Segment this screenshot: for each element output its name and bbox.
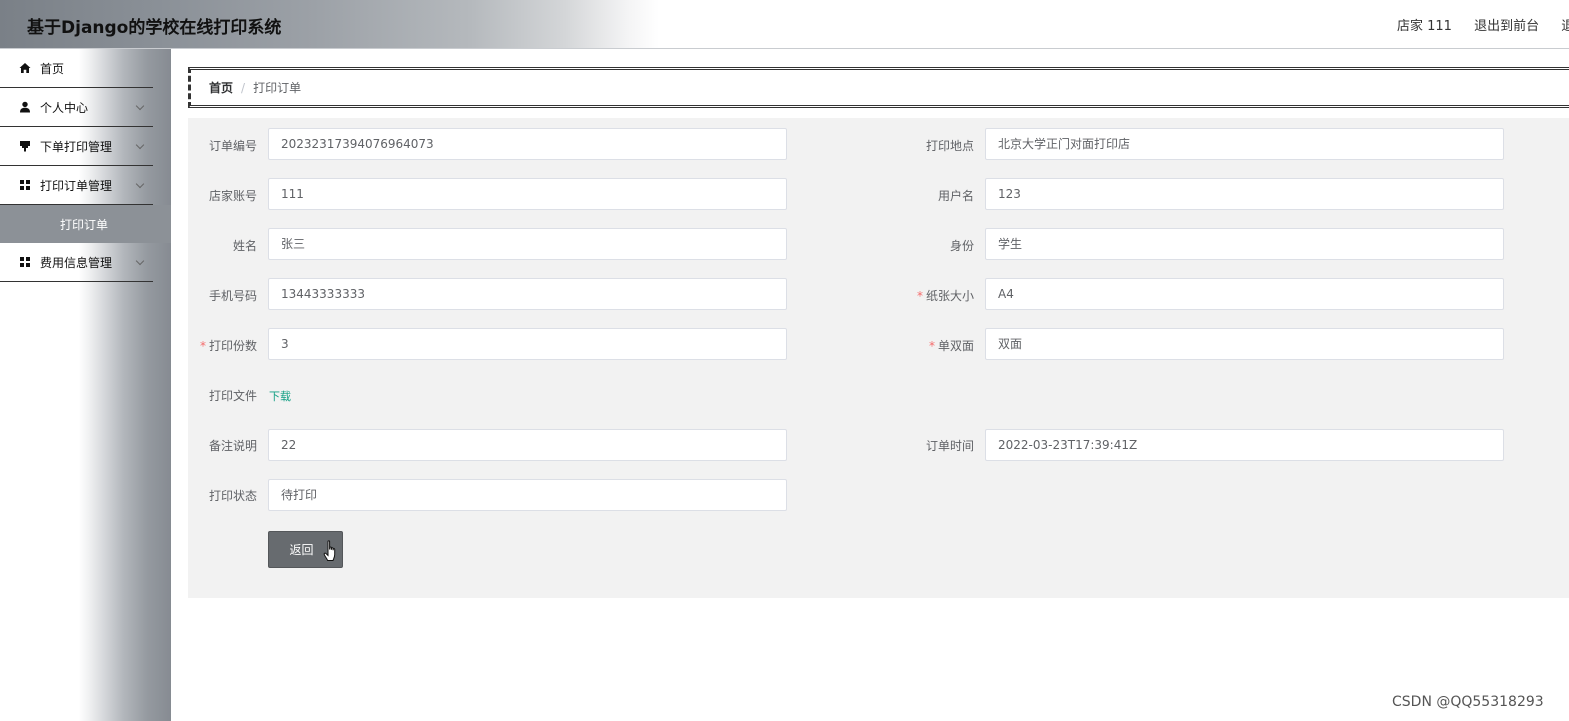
sidebar-item-order-print[interactable]: 下单打印管理 [0,127,153,166]
required-mark: * [199,339,206,353]
logout-link[interactable]: 退 [1561,19,1569,34]
sidebar-item-label: 首页 [40,61,65,76]
phone-label: 手机号码 [208,289,257,303]
shop-account-label: 店家账号 [208,189,257,203]
user-icon [19,101,31,113]
sidebar-item-label: 费用信息管理 [40,255,113,270]
order-no-field[interactable]: 202323173940769640​73 [268,128,787,160]
copies-label-wrap: * 打印份数 [200,337,257,354]
sidebar-item-label: 个人中心 [40,100,89,115]
duplex-label: 单双面 [937,339,974,353]
sidebar-item-label: 打印订单管理 [40,178,113,193]
order-time-label: 订单时间 [925,439,974,453]
chevron-down-icon [135,256,145,266]
order-time-field[interactable]: 2022-03-23T17:39:41Z [985,429,1504,461]
app-title: 基于Django的学校在线打印系统 [27,18,282,38]
grid-icon [19,256,31,268]
chevron-down-icon [135,101,145,111]
paper-size-field[interactable]: A4 [985,278,1504,310]
required-mark: * [916,289,923,303]
back-to-front-link[interactable]: 退出到前台 [1474,19,1539,34]
submenu-item-print-order[interactable]: 打印订单 [0,205,171,243]
top-header: 基于Django的学校在线打印系统 店家 111 退出到前台 退 [0,0,1569,49]
username-field[interactable]: 123 [985,178,1504,210]
name-label: 姓名 [232,239,257,253]
username-label: 用户名 [937,189,974,203]
chevron-down-icon [135,140,145,150]
print-status-label: 打印状态 [208,489,257,503]
back-button-label: 返回 [289,543,314,557]
print-file-label: 打印文件 [208,389,257,403]
sidebar-item-label: 下单打印管理 [40,139,113,154]
breadcrumb-separator: / [241,80,246,95]
home-icon [19,62,31,74]
copies-label: 打印份数 [208,339,257,353]
breadcrumb: 首页 / 打印订单 [188,67,1569,108]
sidebar-item-print-orders[interactable]: 打印订单管理 [0,166,153,205]
sidebar-item-personal-center[interactable]: 个人中心 [0,88,153,127]
duplex-field[interactable]: 双面 [985,328,1504,360]
watermark: CSDN @QQ55318293 [1392,694,1544,710]
sidebar-item-home[interactable]: 首页 [0,49,153,88]
grid-icon [19,179,31,191]
header-actions: 店家 111 退出到前台 退 [1397,15,1569,34]
identity-label: 身份 [949,239,974,253]
print-status-field[interactable]: 待打印 [268,479,787,511]
print-location-label: 打印地点 [925,139,974,153]
name-field[interactable]: 张三 [268,228,787,260]
copies-field[interactable]: 3 [268,328,787,360]
order-no-label: 订单编号 [208,139,257,153]
paper-size-label: 纸张大小 [925,289,974,303]
print-icon [19,140,31,152]
phone-field[interactable]: 13443333333 [268,278,787,310]
user-label: 店家 111 [1397,19,1452,34]
breadcrumb-current: 打印订单 [253,81,302,95]
sidebar-item-fee-info[interactable]: 费用信息管理 [0,243,153,282]
shop-account-field[interactable]: 111 [268,178,787,210]
chevron-down-icon [135,179,145,189]
breadcrumb-home[interactable]: 首页 [209,79,233,96]
identity-field[interactable]: 学生 [985,228,1504,260]
hand-pointer-icon [323,540,339,562]
duplex-label-wrap: * 单双面 [929,337,974,354]
print-location-field[interactable]: 北京大学正门对面打印店 [985,128,1504,160]
download-link[interactable]: 下载 [269,388,291,404]
remark-field[interactable]: 22 [268,429,787,461]
submenu-item-label: 打印订单 [60,217,109,232]
paper-size-label-wrap: * 纸张大小 [917,287,974,304]
required-mark: * [928,339,935,353]
remark-label: 备注说明 [208,439,257,453]
sidebar: 首页 个人中心 下单打印管理 打印订单管理 打印订单 费用信息管理 [0,49,171,721]
